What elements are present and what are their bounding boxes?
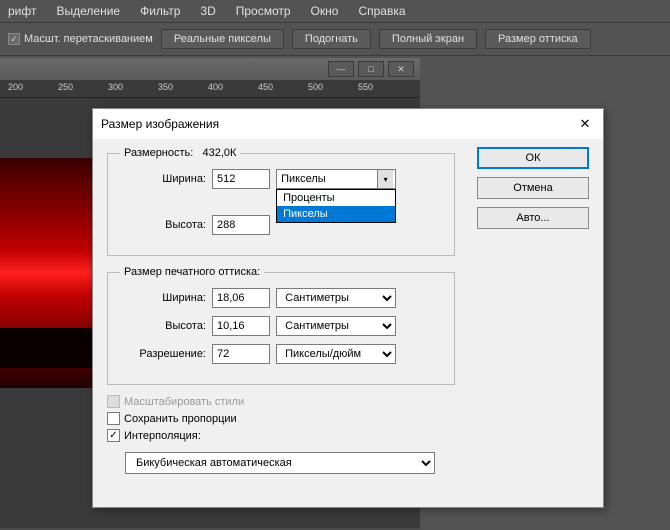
print-legend: Размер печатного оттиска: (120, 266, 264, 278)
interpolation-select[interactable]: Бикубическая автоматическая (125, 452, 435, 474)
print-height-label: Высота: (120, 320, 206, 332)
menu-item[interactable]: Просмотр (236, 4, 291, 18)
image-size-dialog: Размер изображения ✕ ОК Отмена Авто... Р… (92, 108, 604, 508)
print-width-input[interactable] (212, 288, 270, 308)
ruler-tick: 350 (158, 82, 173, 92)
resolution-label: Разрешение: (120, 348, 206, 360)
resolution-input[interactable] (212, 344, 270, 364)
menu-item[interactable]: Фильтр (140, 4, 180, 18)
width-unit-select[interactable]: Пикселы ▾ (276, 169, 396, 189)
maximize-icon[interactable]: □ (358, 61, 384, 77)
scale-drag-label: Масшт. перетаскиванием (24, 33, 153, 45)
height-label: Высота: (120, 219, 206, 231)
print-size-group: Размер печатного оттиска: Ширина: Сантим… (107, 266, 455, 385)
ok-button[interactable]: ОК (477, 147, 589, 169)
scale-styles-check: Масштабировать стили (107, 395, 589, 408)
print-width-label: Ширина: (120, 292, 206, 304)
menu-item[interactable]: Выделение (56, 4, 120, 18)
canvas-image (0, 158, 95, 388)
ruler-tick: 200 (8, 82, 23, 92)
close-icon[interactable]: ✕ (388, 61, 414, 77)
unit-dropdown: Проценты Пикселы (276, 189, 396, 223)
menu-bar: рифт Выделение Фильтр 3D Просмотр Окно С… (0, 0, 670, 22)
menu-item[interactable]: Окно (311, 4, 339, 18)
ruler-tick: 400 (208, 82, 223, 92)
scale-styles-label: Масштабировать стили (124, 396, 244, 408)
close-icon[interactable]: ✕ (575, 114, 595, 134)
checkbox-icon: ✓ (8, 33, 20, 45)
constrain-proportions-check[interactable]: Сохранить пропорции (107, 412, 589, 425)
menu-item[interactable]: 3D (200, 4, 215, 18)
ruler-tick: 300 (108, 82, 123, 92)
ruler-tick: 500 (308, 82, 323, 92)
print-height-input[interactable] (212, 316, 270, 336)
pixel-dims-legend: Размерность: 432,0К (120, 147, 240, 159)
cancel-button[interactable]: Отмена (477, 177, 589, 199)
dialog-title: Размер изображения (101, 117, 219, 131)
unit-option-percent[interactable]: Проценты (277, 190, 395, 206)
dialog-titlebar: Размер изображения ✕ (93, 109, 603, 139)
fit-button[interactable]: Подогнать (292, 29, 371, 49)
ruler-tick: 550 (358, 82, 373, 92)
checkbox-icon: ✓ (107, 429, 120, 442)
interpolation-check[interactable]: ✓ Интерполяция: (107, 429, 589, 442)
resolution-unit-select[interactable]: Пикселы/дюйм (276, 344, 396, 364)
print-size-button[interactable]: Размер оттиска (485, 29, 591, 49)
unit-option-pixels[interactable]: Пикселы (277, 206, 395, 222)
interpolation-label: Интерполяция: (124, 430, 201, 442)
options-bar: ✓ Масшт. перетаскиванием Реальные пиксел… (0, 22, 670, 56)
checkbox-icon (107, 412, 120, 425)
height-input[interactable] (212, 215, 270, 235)
width-label: Ширина: (120, 173, 206, 185)
ruler-horizontal: 200 250 300 350 400 450 500 550 (0, 80, 420, 98)
menu-item[interactable]: Справка (358, 4, 405, 18)
doc-titlebar: — □ ✕ (0, 58, 420, 80)
auto-button[interactable]: Авто... (477, 207, 589, 229)
fullscreen-button[interactable]: Полный экран (379, 29, 477, 49)
dims-value: 432,0К (203, 147, 237, 159)
ruler-tick: 450 (258, 82, 273, 92)
pixel-dims-group: Размерность: 432,0К Ширина: Пикселы ▾ Пр… (107, 147, 455, 256)
minimize-icon[interactable]: — (328, 61, 354, 77)
print-width-unit-select[interactable]: Сантиметры (276, 288, 396, 308)
width-input[interactable] (212, 169, 270, 189)
checkbox-icon (107, 395, 120, 408)
ruler-tick: 250 (58, 82, 73, 92)
actual-pixels-button[interactable]: Реальные пикселы (161, 29, 284, 49)
dims-label: Размерность: (124, 147, 193, 159)
scale-drag-check[interactable]: ✓ Масшт. перетаскиванием (8, 33, 153, 45)
chevron-down-icon: ▾ (377, 170, 393, 188)
constrain-proportions-label: Сохранить пропорции (124, 413, 237, 425)
width-unit-value: Пикселы (281, 173, 326, 185)
print-height-unit-select[interactable]: Сантиметры (276, 316, 396, 336)
menu-item[interactable]: рифт (8, 4, 36, 18)
dialog-buttons: ОК Отмена Авто... (477, 147, 589, 229)
